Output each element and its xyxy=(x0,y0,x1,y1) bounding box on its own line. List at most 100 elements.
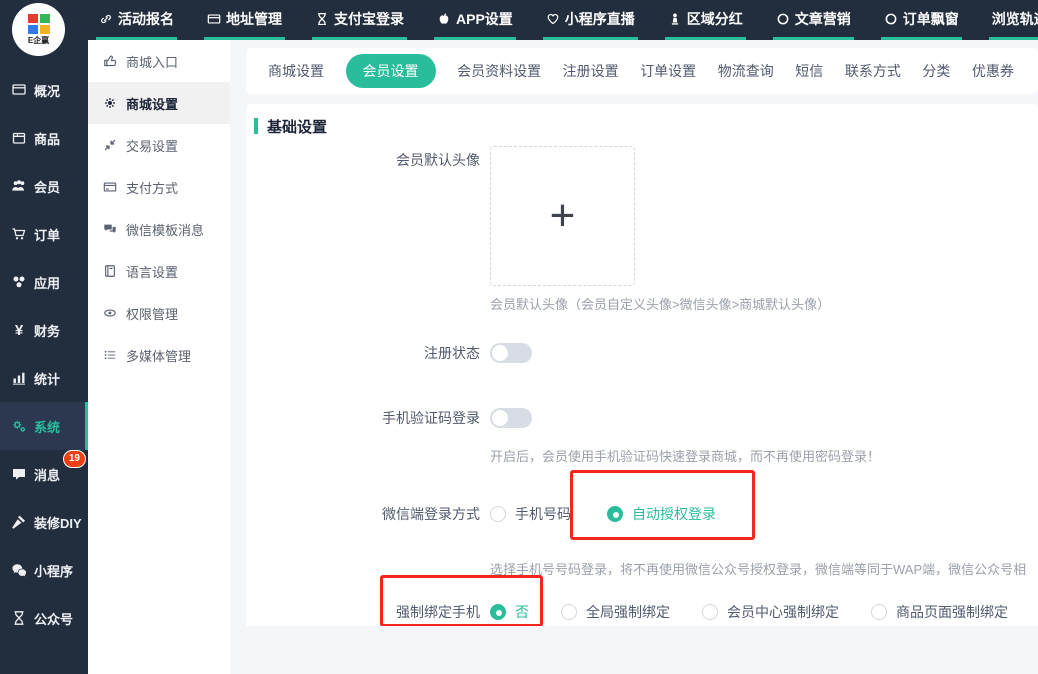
submenu-item-trade-settings[interactable]: 交易设置 xyxy=(88,124,230,166)
tab-member-profile-settings[interactable]: 会员资料设置 xyxy=(457,61,541,81)
submenu-item-label: 多媒体管理 xyxy=(126,346,191,365)
form-row-wechat-login-method: 微信端登录方式 手机号码 自动授权登录 xyxy=(246,504,1038,524)
form-row-register-status: 注册状态 xyxy=(246,343,1038,363)
submenu-item-media-manage[interactable]: 多媒体管理 xyxy=(88,334,230,376)
submenu-item-language-settings[interactable]: 语言设置 xyxy=(88,250,230,292)
field-label: 微信端登录方式 xyxy=(246,504,480,524)
tab-register-settings[interactable]: 注册设置 xyxy=(563,61,619,81)
topnav-item-region-dividend[interactable]: 区域分红 xyxy=(665,0,746,40)
radio-no[interactable]: 否 xyxy=(490,602,529,622)
radio-icon xyxy=(561,604,577,620)
topnav-item-activity-signup[interactable]: 活动报名 xyxy=(96,0,177,40)
radio-label: 会员中心强制绑定 xyxy=(727,602,839,622)
sidebar-item-label: 统计 xyxy=(34,369,60,388)
sidebar-item-apps[interactable]: 应用 xyxy=(0,258,88,306)
avatar-upload-box[interactable]: + xyxy=(490,146,635,286)
sidebar-item-system[interactable]: 系统 xyxy=(0,402,88,450)
hourglass-icon xyxy=(315,12,329,26)
field-label: 会员默认头像 xyxy=(246,146,480,170)
radio-label: 手机号码 xyxy=(515,504,571,524)
logo-text: E企赢 xyxy=(28,35,49,46)
submenu-item-mall-settings[interactable]: 商城设置 xyxy=(88,82,230,124)
submenu-item-permission-manage[interactable]: 权限管理 xyxy=(88,292,230,334)
plus-icon: + xyxy=(550,194,576,238)
tab-order-settings[interactable]: 订单设置 xyxy=(640,61,696,81)
topnav-item-address-manage[interactable]: 地址管理 xyxy=(204,0,285,40)
topnav-label: 活动报名 xyxy=(118,9,174,29)
gears-icon xyxy=(11,418,27,434)
tab-logistics-query[interactable]: 物流查询 xyxy=(718,61,774,81)
topnav-item-browse-track[interactable]: 浏览轨迹 xyxy=(989,0,1038,40)
sidebar-item-orders[interactable]: 订单 xyxy=(0,210,88,258)
topnav-item-app-settings[interactable]: APP设置 xyxy=(434,0,516,40)
register-status-toggle[interactable] xyxy=(490,343,532,363)
tab-category[interactable]: 分类 xyxy=(922,61,950,81)
tab-contact[interactable]: 联系方式 xyxy=(845,61,901,81)
sidebar-item-finance[interactable]: ¥ 财务 xyxy=(0,306,88,354)
sidebar-item-goods[interactable]: 商品 xyxy=(0,114,88,162)
sidebar-item-messages[interactable]: 消息 19 xyxy=(0,450,88,498)
form-row-force-bind-phone: 强制绑定手机 否 全局强制绑定 会员中心强制绑定 商品页面强制绑定 xyxy=(246,602,1038,622)
tab-member-settings[interactable]: 会员设置 xyxy=(346,54,436,88)
sidebar-item-overview[interactable]: 概况 xyxy=(0,66,88,114)
sms-login-toggle[interactable] xyxy=(490,408,532,428)
sidebar-item-label: 小程序 xyxy=(34,561,73,580)
submenu-item-label: 语言设置 xyxy=(126,262,178,281)
cart-icon xyxy=(11,226,27,242)
topnav-item-order-popup[interactable]: 订单飘窗 xyxy=(881,0,962,40)
form-row-sms-login: 手机验证码登录 xyxy=(246,408,1038,428)
submenu-item-label: 权限管理 xyxy=(126,304,178,323)
form-row-default-avatar: 会员默认头像 + xyxy=(246,146,1038,286)
book-icon xyxy=(103,264,117,278)
sidebar-item-label: 概况 xyxy=(34,81,60,100)
sidebar-item-official-account[interactable]: 公众号 xyxy=(0,594,88,642)
wechat-icon xyxy=(11,562,27,578)
topnav-item-alipay-login[interactable]: 支付宝登录 xyxy=(312,0,407,40)
submenu-item-mall-entry[interactable]: 商城入口 xyxy=(88,40,230,82)
submenu-item-label: 商城设置 xyxy=(126,94,178,113)
sidebar-item-members[interactable]: 会员 xyxy=(0,162,88,210)
sidebar-item-label: 订单 xyxy=(34,225,60,244)
field-label: 强制绑定手机 xyxy=(246,602,480,622)
field-label: 手机验证码登录 xyxy=(246,408,480,428)
tab-sms[interactable]: 短信 xyxy=(795,61,823,81)
sidebar-item-decorate-diy[interactable]: 装修DIY xyxy=(0,498,88,546)
topnav-label: 浏览轨迹 xyxy=(992,9,1038,29)
topnav-label: 地址管理 xyxy=(226,9,282,29)
radio-icon xyxy=(871,604,887,620)
submenu-item-payment-methods[interactable]: 支付方式 xyxy=(88,166,230,208)
topnav-item-miniprogram-live[interactable]: 小程序直播 xyxy=(543,0,638,40)
radio-member-center-force-bind[interactable]: 会员中心强制绑定 xyxy=(702,602,839,622)
app-logo[interactable]: E企赢 xyxy=(12,3,65,56)
secondary-sidebar: 商城入口 商城设置 交易设置 支付方式 微信模板消息 语言设置 权限管理 多媒体… xyxy=(88,40,230,674)
tab-bar: 商城设置 会员设置 会员资料设置 注册设置 订单设置 物流查询 短信 联系方式 … xyxy=(246,48,1038,94)
submenu-item-label: 交易设置 xyxy=(126,136,178,155)
list-icon xyxy=(103,348,117,362)
radio-label: 全局强制绑定 xyxy=(586,602,670,622)
apple-icon xyxy=(437,12,451,26)
topnav-item-article-marketing[interactable]: 文章营销 xyxy=(773,0,854,40)
wechat-login-hint: 选择手机号号码登录，将不再使用微信公众号授权登录，微信端等同于WAP端，微信公众… xyxy=(490,559,1038,578)
toggle-knob xyxy=(492,410,508,426)
sidebar-item-label: 消息 xyxy=(34,465,60,484)
heart-icon xyxy=(546,12,560,26)
yen-icon: ¥ xyxy=(11,322,27,339)
sidebar-item-statistics[interactable]: 统计 xyxy=(0,354,88,402)
tab-mall-settings[interactable]: 商城设置 xyxy=(268,61,324,81)
radio-phone-number[interactable]: 手机号码 xyxy=(490,504,571,524)
submenu-item-wechat-template-message[interactable]: 微信模板消息 xyxy=(88,208,230,250)
sidebar-item-miniprogram[interactable]: 小程序 xyxy=(0,546,88,594)
radio-product-page-force-bind[interactable]: 商品页面强制绑定 xyxy=(871,602,1008,622)
section-title: 基础设置 xyxy=(246,116,1038,136)
radio-label: 商品页面强制绑定 xyxy=(896,602,1008,622)
section-title-bar xyxy=(254,118,258,134)
radio-global-force-bind[interactable]: 全局强制绑定 xyxy=(561,602,670,622)
top-nav: 活动报名 地址管理 支付宝登录 APP设置 小程序直播 区域分红 文章营销 订 xyxy=(96,0,1038,40)
members-icon xyxy=(11,178,27,194)
field-label: 注册状态 xyxy=(246,343,480,363)
topnav-label: 支付宝登录 xyxy=(334,9,404,29)
sidebar-item-label: 会员 xyxy=(34,177,60,196)
radio-auto-auth-login[interactable]: 自动授权登录 xyxy=(607,504,716,524)
circle-icon xyxy=(884,12,898,26)
tab-coupon[interactable]: 优惠券 xyxy=(972,61,1014,81)
